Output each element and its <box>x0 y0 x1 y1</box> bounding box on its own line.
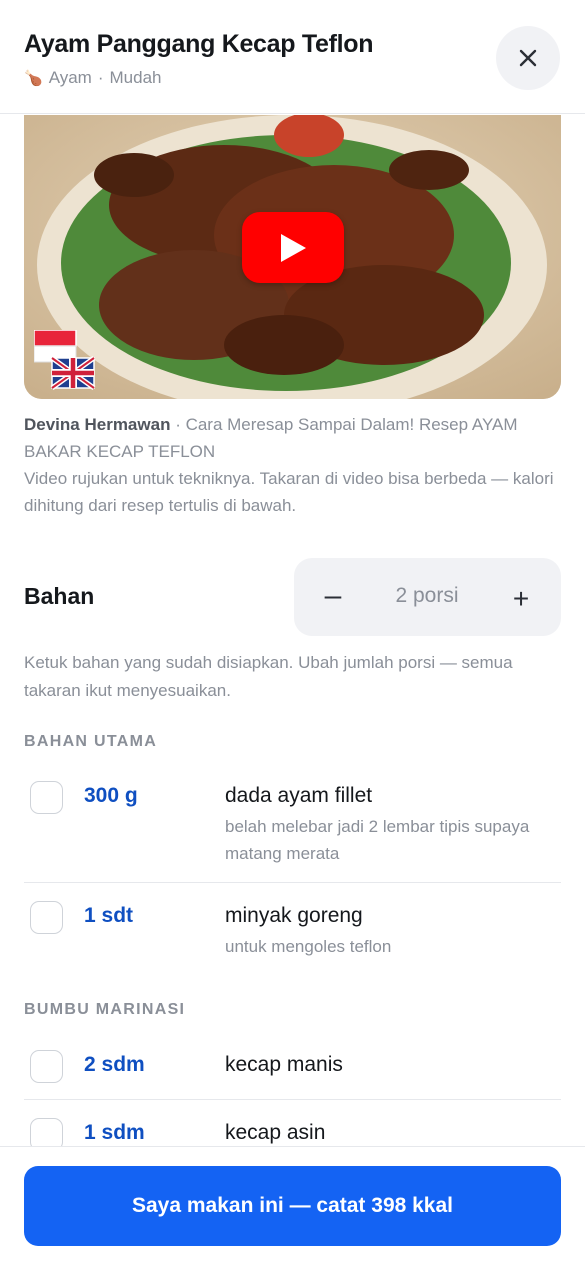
ingredient-checkbox[interactable] <box>30 781 63 814</box>
ingredient-row[interactable]: 300 g dada ayam fillet belah melebar jad… <box>24 765 561 883</box>
play-icon <box>281 233 306 262</box>
ingredient-name: dada ayam fillet <box>225 784 373 807</box>
ingredient-row[interactable]: 1 sdm kecap asin <box>24 1101 561 1146</box>
group-title: BAHAN UTAMA <box>24 733 158 750</box>
recipe-category: Ayam <box>48 68 92 87</box>
ingredient-note: untuk mengoles teflon <box>225 937 392 956</box>
ingredients-title: Bahan <box>24 583 95 609</box>
video-channel: Devina Hermawan <box>24 415 171 434</box>
ingredient-row[interactable]: 2 sdm kecap manis <box>24 1033 561 1100</box>
increase-servings-button[interactable]: + <box>504 582 538 616</box>
recipe-difficulty: Mudah <box>109 68 162 87</box>
ingredient-qty: 1 sdt <box>84 904 134 927</box>
play-button[interactable] <box>242 212 344 283</box>
log-meal-button[interactable]: Saya makan ini — catat 398 kkal <box>24 1166 561 1246</box>
recipe-meta: 🍗 Ayam · Mudah <box>24 68 162 88</box>
video-caption: Devina Hermawan · Cara Meresap Sampai Da… <box>24 411 564 519</box>
ingredient-qty: 1 sdm <box>84 1121 145 1144</box>
sheet-content[interactable]: Devina Hermawan · Cara Meresap Sampai Da… <box>0 115 585 1146</box>
ingredient-checkbox[interactable] <box>30 1050 63 1083</box>
ingredient-qty: 2 sdm <box>84 1053 145 1076</box>
ingredient-name: kecap asin <box>225 1121 326 1144</box>
ingredient-qty: 300 g <box>84 784 138 807</box>
language-flags-icon <box>34 330 96 390</box>
close-icon <box>519 49 537 67</box>
drumstick-icon: 🍗 <box>24 70 43 87</box>
close-button[interactable] <box>496 26 560 90</box>
servings-stepper: – 2 porsi + <box>294 558 561 636</box>
ingredient-checkbox[interactable] <box>30 1118 63 1146</box>
sheet-header: Ayam Panggang Kecap Teflon 🍗 Ayam · Muda… <box>0 0 585 114</box>
video-thumbnail[interactable] <box>24 115 561 399</box>
decrease-servings-button[interactable]: – <box>316 579 350 613</box>
recipe-title: Ayam Panggang Kecap Teflon <box>24 30 374 58</box>
ingredient-row[interactable]: 1 sdt minyak goreng untuk mengoles teflo… <box>24 884 561 979</box>
ingredient-name: minyak goreng <box>225 904 363 927</box>
ingredient-note: belah melebar jadi 2 lembar tipis supaya… <box>225 817 530 863</box>
group-title: BUMBU MARINASI <box>24 1001 186 1018</box>
sheet-footer: Saya makan ini — catat 398 kkal <box>0 1146 585 1266</box>
ingredient-name: kecap manis <box>225 1053 343 1076</box>
servings-value: 2 porsi <box>395 584 459 607</box>
meta-separator: · <box>97 68 104 87</box>
video-note: Video rujukan untuk tekniknya. Takaran d… <box>24 469 554 515</box>
ingredient-checkbox[interactable] <box>30 901 63 934</box>
ingredients-hint: Ketuk bahan yang sudah disiapkan. Ubah j… <box>24 653 513 700</box>
